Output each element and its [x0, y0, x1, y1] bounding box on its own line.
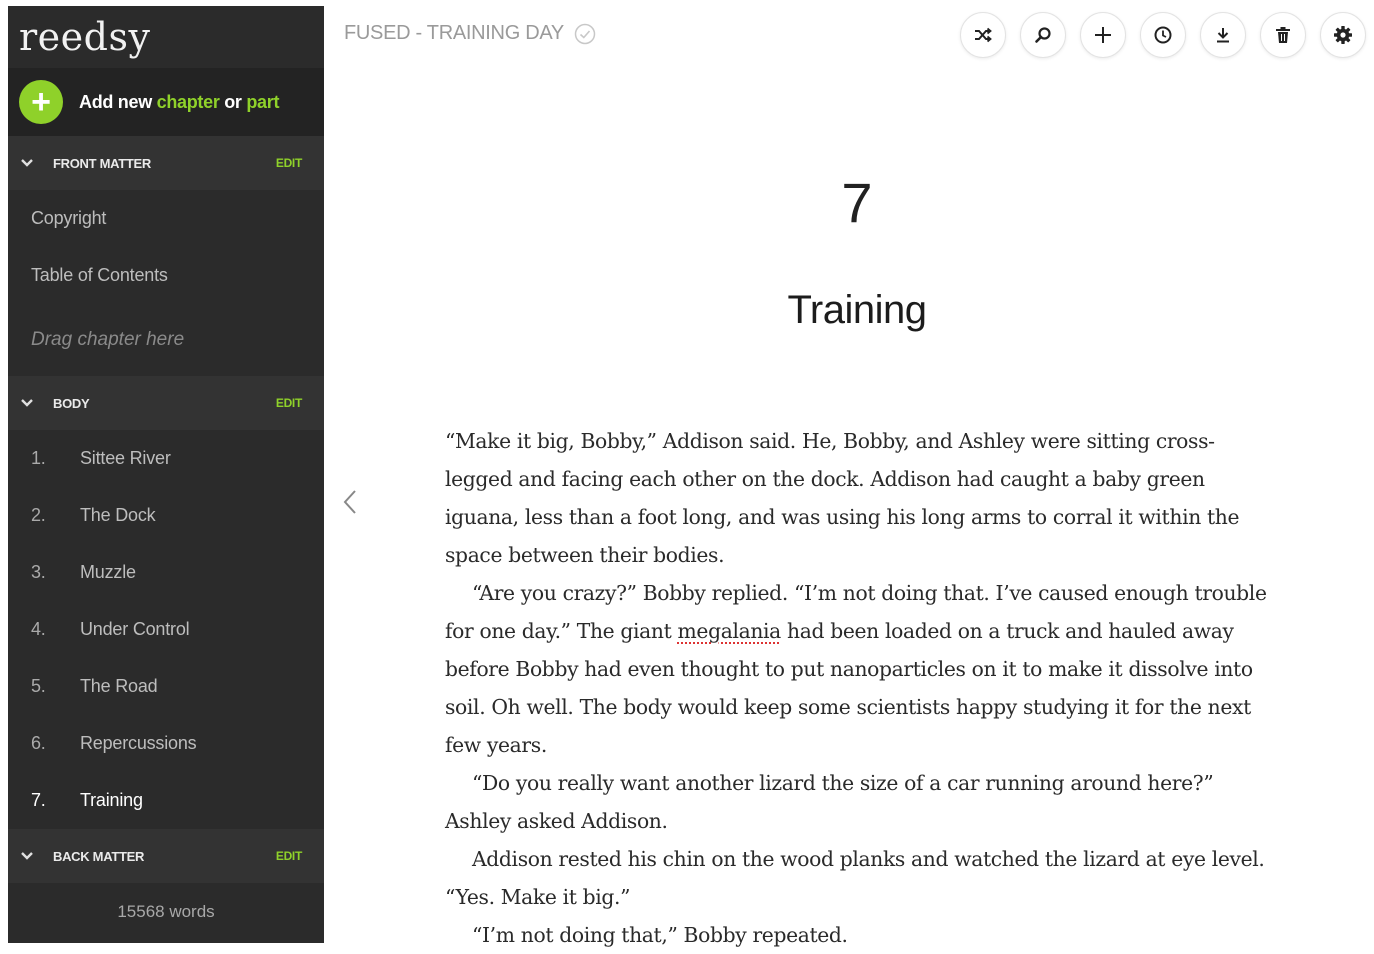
search-button[interactable] [1020, 12, 1066, 58]
plus-icon [1095, 27, 1111, 43]
book-title[interactable]: FUSED - TRAINING DAY [344, 22, 596, 45]
section-title: BACK MATTER [53, 848, 145, 864]
section-title: FRONT MATTER [53, 155, 151, 171]
settings-button[interactable] [1320, 12, 1366, 58]
word-count: 15568 words [117, 902, 215, 921]
sidebar-item-chapter-5[interactable]: 5. The Road [8, 658, 324, 715]
edit-front-matter-button[interactable]: EDIT [276, 156, 302, 170]
sidebar-item-chapter-6[interactable]: 6. Repercussions [8, 715, 324, 772]
app-logo[interactable]: reedsy [8, 6, 324, 68]
chapter-title[interactable]: Training [0, 288, 1374, 333]
section-back-matter[interactable]: BACK MATTER EDIT [8, 829, 324, 883]
edit-back-matter-button[interactable]: EDIT [276, 849, 302, 863]
paragraph[interactable]: “Do you really want another lizard the s… [445, 764, 1275, 840]
sidebar-item-chapter-3[interactable]: 3. Muzzle [8, 544, 324, 601]
chevron-left-icon [343, 490, 356, 514]
trash-icon [1276, 27, 1290, 43]
saved-check-icon [574, 23, 596, 44]
add-part-link[interactable]: part [246, 92, 279, 112]
section-body[interactable]: BODY EDIT [8, 376, 324, 430]
paragraph[interactable]: Addison rested his chin on the wood plan… [445, 840, 1275, 916]
edit-body-button[interactable]: EDIT [276, 396, 302, 410]
plus-icon: + [19, 80, 63, 124]
paragraph[interactable]: “Make it big, Bobby,” Addison said. He, … [445, 422, 1275, 574]
delete-button[interactable] [1260, 12, 1306, 58]
chevron-down-icon[interactable] [20, 395, 36, 411]
sidebar-item-chapter-7[interactable]: 7. Training [8, 772, 324, 829]
chevron-down-icon[interactable] [20, 155, 36, 171]
chapter-text-editor[interactable]: “Make it big, Bobby,” Addison said. He, … [445, 422, 1275, 954]
previous-chapter-button[interactable] [338, 485, 362, 519]
paragraph[interactable]: “Are you crazy?” Bobby replied. “I’m not… [445, 574, 1275, 764]
shuffle-icon [975, 27, 992, 43]
sidebar: reedsy + Add new chapter or part FRONT M… [8, 6, 324, 943]
paragraph[interactable]: “I’m not doing that,” Bobby repeated. [445, 916, 1275, 954]
search-icon [1035, 27, 1051, 43]
download-icon [1217, 28, 1229, 43]
add-chapter-link[interactable]: chapter [157, 92, 220, 112]
clock-icon [1154, 26, 1172, 44]
add-button[interactable] [1080, 12, 1126, 58]
download-button[interactable] [1200, 12, 1246, 58]
toolbar [960, 12, 1366, 58]
chevron-down-icon[interactable] [20, 848, 36, 864]
sidebar-item-chapter-2[interactable]: 2. The Dock [8, 487, 324, 544]
add-chapter-button[interactable]: + Add new chapter or part [8, 68, 324, 136]
shuffle-button[interactable] [960, 12, 1006, 58]
book-title-text: FUSED - TRAINING DAY [344, 22, 564, 44]
misspelled-word[interactable]: megalania [678, 619, 782, 643]
sidebar-item-chapter-1[interactable]: 1. Sittee River [8, 430, 324, 487]
add-chapter-label: Add new chapter or part [79, 91, 280, 112]
sidebar-item-chapter-4[interactable]: 4. Under Control [8, 601, 324, 658]
history-button[interactable] [1140, 12, 1186, 58]
section-title: BODY [53, 395, 90, 411]
chapter-number: 7 [841, 171, 873, 234]
gear-icon [1334, 26, 1352, 44]
